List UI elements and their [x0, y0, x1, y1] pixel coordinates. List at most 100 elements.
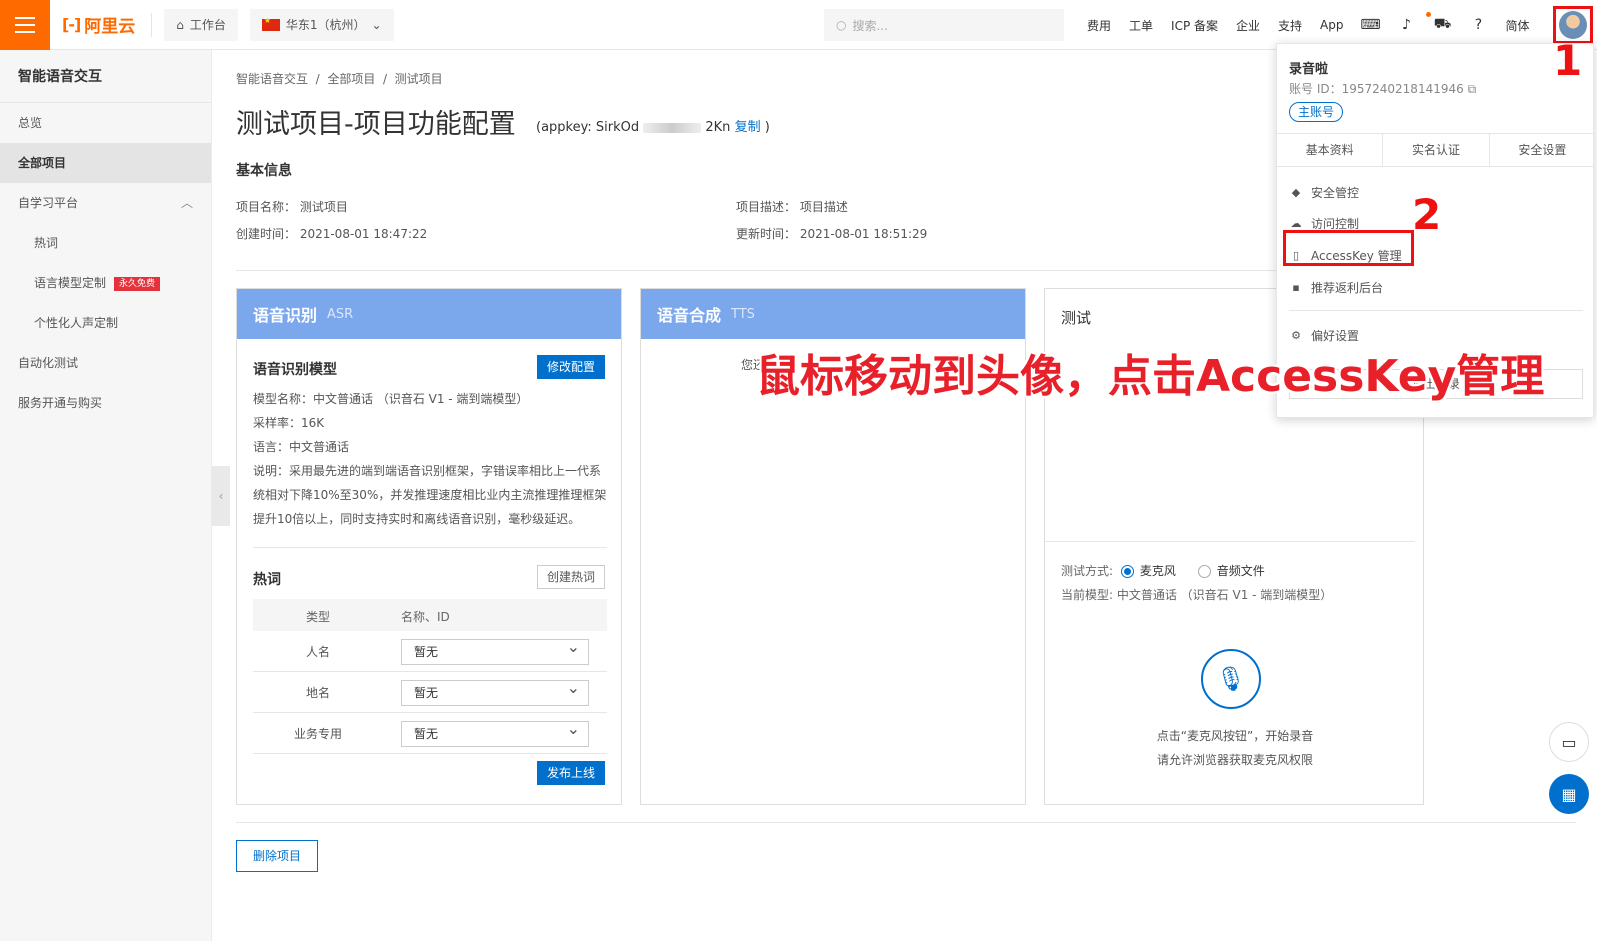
table-row: 人名 暂无 [253, 631, 607, 672]
appkey-info: (appkey: SirkOd 2Kn 复制 ) [536, 116, 770, 135]
breadcrumb-item[interactable]: 全部项目 [327, 72, 375, 86]
search-input[interactable]: ○ 搜索... [824, 9, 1064, 41]
project-name: 项目名称： 测试项目 [236, 200, 348, 214]
sidebar-item-all-projects[interactable]: 全部项目 [0, 143, 211, 183]
region-label: 华东1（杭州） [285, 18, 366, 32]
appkey-mask [643, 122, 702, 133]
sidebar-item-self-learning[interactable]: 自学习平台 ︿ [0, 183, 211, 223]
sidebar-item-overview[interactable]: 总览 [0, 103, 211, 143]
sidebar-item-purchase[interactable]: 服务开通与购买 [0, 383, 211, 423]
sidebar-item-label: 语言模型定制 [34, 276, 107, 290]
row-type: 业务专用 [293, 727, 342, 741]
appkey-prefix: (appkey: SirkOd [536, 120, 640, 135]
tab-basic-info[interactable]: 基本资料 [1277, 134, 1384, 166]
account-id-text: 账号 ID：1957240218141946 [1289, 82, 1464, 96]
model-desc-line: 统相对下降10%至30%，并发推理速度相比业内主流推理推理框架 [253, 488, 607, 502]
hamburger-menu-button[interactable] [0, 0, 50, 50]
topnav-icp[interactable]: ICP 备案 [1162, 17, 1227, 34]
asr-card-header: 语音识别 ASR [237, 289, 621, 339]
search-placeholder: 搜索... [852, 18, 888, 33]
model-desc-line: 说明：采用最先进的端到端语音识别框架，字错误率相比上一代系 [253, 464, 602, 478]
sidebar: 智能语音交互 总览 全部项目 自学习平台 ︿ 热词 语言模型定制 永久免费 个性化人… [0, 50, 212, 941]
aliyun-logo[interactable]: [-] 阿里云 [50, 12, 153, 37]
region-selector[interactable]: 华东1（杭州） ⌄ [249, 8, 394, 41]
apps-grid-icon[interactable]: ▦ [1549, 774, 1589, 814]
breadcrumb-item: 测试项目 [394, 72, 443, 86]
avatar[interactable] [1559, 11, 1587, 39]
row-type: 人名 [305, 645, 330, 659]
updated-time: 更新时间： 2021-08-01 18:51:29 [736, 227, 928, 241]
tab-real-name[interactable]: 实名认证 [1383, 134, 1490, 166]
gift-icon: ▪ [1292, 281, 1300, 294]
delete-project-button[interactable]: 删除项目 [236, 840, 319, 872]
sidebar-item-auto-test[interactable]: 自动化测试 [0, 343, 211, 383]
radio-file[interactable] [1197, 565, 1211, 578]
menu-item-referral[interactable]: ▪ 推荐返利后台 [1289, 279, 1383, 296]
mic-hint: 点击“麦克风按钮”，开始录音 [1156, 729, 1314, 743]
hotword-select[interactable]: 暂无 [401, 717, 589, 747]
sidebar-item-label: 服务开通与购买 [18, 396, 103, 410]
sidebar-item-label: 总览 [18, 116, 43, 130]
sidebar-item-hotwords[interactable]: 热词 [0, 223, 211, 263]
radio-mic-label[interactable]: 麦克风 [1140, 564, 1176, 578]
instruction-annotation: 鼠标移动到头像，点击AccessKey管理 [756, 351, 1545, 402]
microphone-button[interactable]: 🎙 [1201, 649, 1261, 709]
account-id: 账号 ID：1957240218141946 ⧉ [1289, 80, 1476, 97]
topnav-support[interactable]: 支持 [1269, 17, 1311, 34]
copy-icon[interactable]: ⧉ [1468, 82, 1477, 96]
free-badge: 永久免费 [114, 276, 161, 291]
cloud-icon: ☁ [1290, 217, 1302, 230]
sidebar-item-lm-custom[interactable]: 语言模型定制 永久免费 [0, 263, 211, 303]
project-desc: 项目描述： 项目描述 [736, 200, 848, 214]
hotword-select[interactable]: 暂无 [401, 635, 589, 665]
radio-mic[interactable] [1120, 565, 1134, 578]
topnav-tickets[interactable]: 工单 [1120, 17, 1162, 34]
language: 语言：中文普通话 [253, 440, 350, 454]
topnav-enterprise[interactable]: 企业 [1227, 17, 1269, 34]
menu-item-security-control[interactable]: ◆ 安全管控 [1289, 184, 1359, 201]
logo-text: 阿里云 [84, 17, 136, 37]
table-row: 地名 暂无 [253, 672, 607, 713]
asr-model-title: 语音识别模型 [253, 362, 337, 378]
workbench-button[interactable]: ⌂ 工作台 [164, 8, 238, 41]
china-flag-icon [261, 16, 280, 31]
cart-icon[interactable]: ⛟ [1425, 16, 1461, 34]
appkey-suffix: 2Kn [705, 120, 731, 135]
aliyun-logo-icon: [-] [62, 15, 81, 34]
search-icon: ○ [836, 18, 847, 32]
chat-icon[interactable]: ▭ [1549, 722, 1589, 762]
publish-button[interactable]: 发布上线 [537, 761, 606, 785]
sidebar-item-voice-custom[interactable]: 个性化人声定制 [0, 303, 211, 343]
tab-security-settings[interactable]: 安全设置 [1490, 134, 1595, 166]
sidebar-item-label: 热词 [34, 236, 59, 250]
modify-config-button[interactable]: 修改配置 [537, 355, 606, 379]
topnav-app[interactable]: App [1311, 18, 1352, 32]
radio-file-label[interactable]: 音频文件 [1217, 564, 1265, 578]
topnav-fees[interactable]: 费用 [1078, 17, 1120, 34]
sidebar-collapse-handle[interactable]: ‹ [212, 466, 230, 526]
create-hotword-button[interactable]: 创建热词 [537, 565, 606, 589]
test-controls: 测试方式: 麦克风 音频文件 当前模型: 中文普通话 （识音石 V1 - 端到端… [1045, 541, 1415, 602]
shield-icon: ◆ [1291, 186, 1301, 199]
notification-dot [1426, 12, 1431, 17]
accesskey-highlight-box [1283, 230, 1414, 266]
language-switch[interactable]: 简体 [1497, 17, 1539, 34]
asr-title-en: ASR [327, 306, 354, 322]
copy-appkey-link[interactable]: 复制 [735, 120, 761, 135]
created-time: 创建时间： 2021-08-01 18:47:22 [236, 227, 428, 241]
hotword-select[interactable]: 暂无 [401, 676, 589, 706]
test-title: 测试 [1061, 309, 1092, 327]
column-header: 类型 [305, 610, 330, 624]
account-name: 录音啦 [1289, 62, 1329, 77]
bell-icon[interactable]: ♪ [1389, 17, 1425, 33]
home-icon: ⌂ [176, 17, 184, 32]
asr-title: 语音识别 [253, 306, 318, 325]
terminal-icon[interactable]: ⌨ [1353, 17, 1389, 33]
tts-card-header: 语音合成 TTS [641, 289, 1025, 339]
appkey-close: ) [764, 120, 770, 135]
help-icon[interactable]: ? [1461, 17, 1497, 33]
breadcrumb-item[interactable]: 智能语音交互 [236, 72, 308, 86]
test-mode-label: 测试方式: [1061, 564, 1114, 578]
model-name: 模型名称：中文普通话 （识音石 V1 - 端到端模型） [253, 392, 529, 406]
sidebar-title: 智能语音交互 [0, 50, 211, 103]
